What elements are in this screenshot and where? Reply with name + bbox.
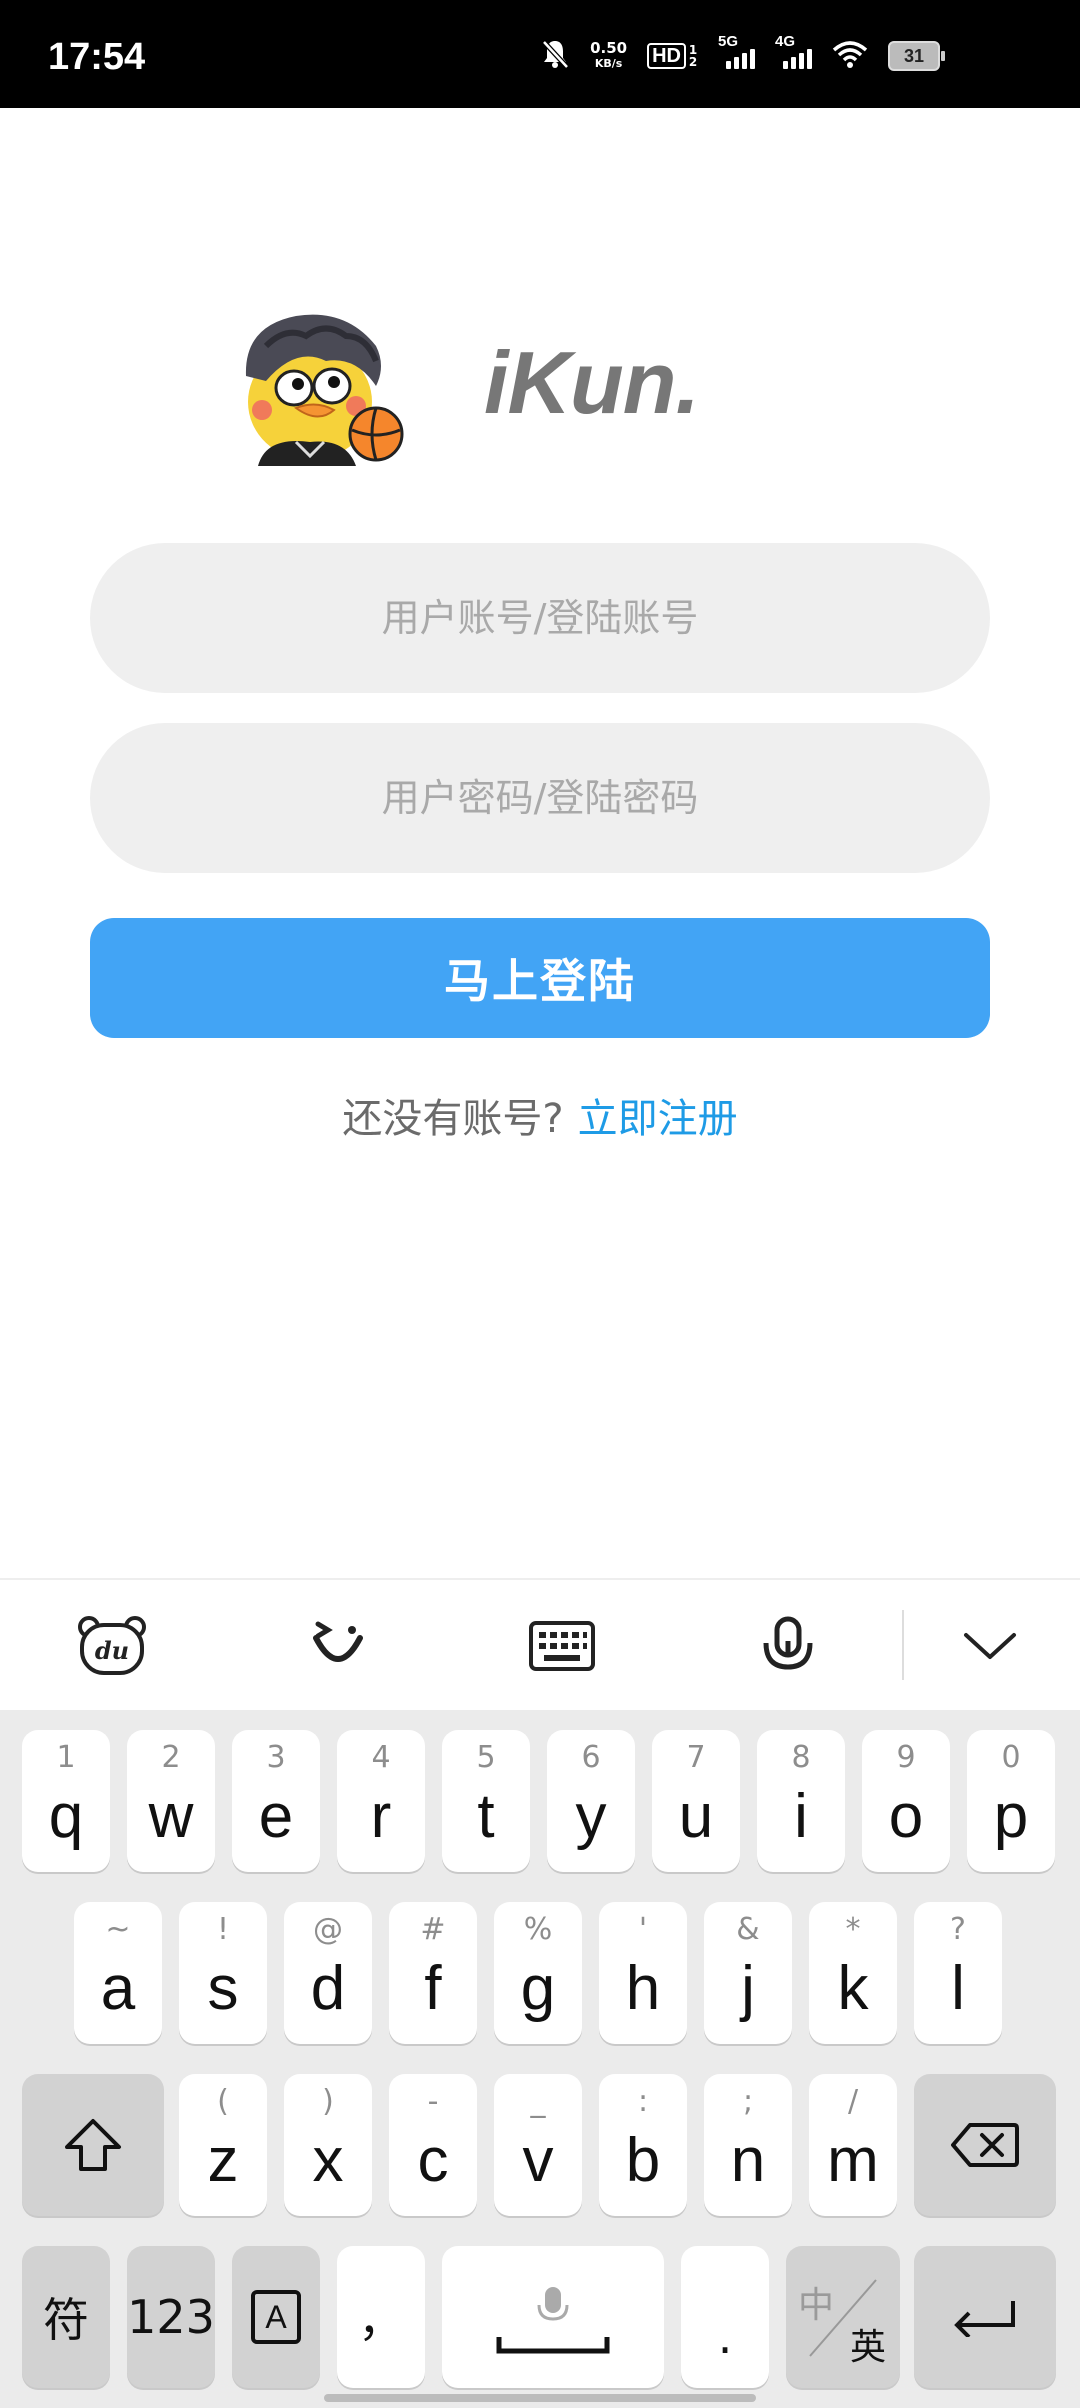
numbers-key[interactable]: 123: [127, 2246, 215, 2388]
battery-icon: 31: [888, 41, 945, 71]
key-v[interactable]: _ v: [494, 2074, 582, 2216]
net-speed-unit: KB/s: [594, 57, 623, 70]
signal-5g-label: 5G: [718, 33, 739, 50]
space-key[interactable]: [442, 2246, 664, 2388]
duck-avatar-logo: [236, 306, 408, 466]
toolbar-divider: [902, 1610, 904, 1680]
wifi-icon: [832, 40, 868, 73]
language-switch-key[interactable]: 中 英: [786, 2246, 900, 2388]
key-o[interactable]: 9o: [862, 1730, 950, 1872]
hd-sub: 1 2: [688, 43, 698, 69]
key-u[interactable]: 7u: [652, 1730, 740, 1872]
keyboard-icon[interactable]: [526, 1614, 598, 1678]
net-speed-value: 0.50: [590, 39, 628, 57]
period-key[interactable]: .: [681, 2246, 769, 2388]
app-logo-text: iKun.: [484, 333, 700, 432]
key-g[interactable]: % g: [494, 1902, 582, 2044]
signal-4g-icon: 4G: [775, 33, 812, 69]
key-j[interactable]: & j: [704, 1902, 792, 2044]
enter-icon: [954, 2301, 1015, 2337]
key-m[interactable]: / m: [809, 2074, 897, 2216]
key-w[interactable]: 2w: [127, 1730, 215, 1872]
home-indicator[interactable]: [324, 2394, 756, 2402]
mic-icon[interactable]: [752, 1614, 824, 1678]
key-h[interactable]: ' h: [599, 1902, 687, 2044]
key-k[interactable]: * k: [809, 1902, 897, 2044]
password-input[interactable]: [90, 723, 990, 873]
du-label: du: [95, 1636, 129, 1665]
symbols-key[interactable]: 符: [22, 2246, 110, 2388]
comma-key[interactable]: ，: [337, 2246, 425, 2388]
keyboard-toolbar: du: [0, 1578, 1080, 1712]
net-speed: 0.50 KB/s: [590, 40, 627, 72]
key-x[interactable]: ) x: [284, 2074, 372, 2216]
key-b[interactable]: :b: [599, 2074, 687, 2216]
baidu-input-icon[interactable]: du: [76, 1614, 148, 1678]
status-time: 17:54: [48, 36, 146, 78]
shift-key[interactable]: [22, 2074, 164, 2216]
key-q[interactable]: 1q: [22, 1730, 110, 1872]
soft-keyboard: 1q 2w 3e 4r 5t 6y 7u 8i 9o 0p ~ a ! s @ d #…: [0, 1710, 1080, 2408]
collapse-chevron-icon[interactable]: [954, 1614, 1026, 1678]
a-box-icon: A: [251, 2290, 301, 2344]
key-i[interactable]: 8i: [757, 1730, 845, 1872]
key-r[interactable]: 4r: [337, 1730, 425, 1872]
hd-label: HD: [647, 43, 686, 69]
backspace-key[interactable]: [914, 2074, 1056, 2216]
mute-bell-icon: [540, 38, 570, 75]
key-p[interactable]: 0p: [967, 1730, 1055, 1872]
register-question: 还没有账号?: [342, 1096, 564, 1142]
space-mic-icon: [496, 2287, 610, 2354]
signal-5g-icon: 5G: [718, 33, 755, 69]
key-n[interactable]: ; n: [704, 2074, 792, 2216]
key-z[interactable]: (z: [179, 2074, 267, 2216]
status-icons: 0.50 KB/s HD 1 2 5G 4G 31: [540, 33, 945, 75]
key-f[interactable]: # f: [389, 1902, 477, 2044]
key-y[interactable]: 6y: [547, 1730, 635, 1872]
emoji-icon[interactable]: [302, 1614, 374, 1678]
key-a[interactable]: ~ a: [74, 1902, 162, 2044]
shift-icon: [65, 2119, 121, 2171]
input-mode-key[interactable]: A: [232, 2246, 320, 2388]
hd-icon: HD 1 2: [647, 43, 698, 69]
key-c[interactable]: -c: [389, 2074, 477, 2216]
key-d[interactable]: @ d: [284, 1902, 372, 2044]
backspace-icon: [951, 2123, 1019, 2167]
login-button[interactable]: 马上登陆: [90, 918, 990, 1038]
status-bar: 17:54 0.50 KB/s HD 1 2 5G 4G 31: [0, 0, 1080, 108]
register-link[interactable]: 立即注册: [578, 1096, 738, 1142]
key-s[interactable]: ! s: [179, 1902, 267, 2044]
key-l[interactable]: ? l: [914, 1902, 1002, 2044]
signal-4g-label: 4G: [775, 33, 796, 50]
key-e[interactable]: 3e: [232, 1730, 320, 1872]
register-row: 还没有账号? 立即注册: [0, 1086, 1080, 1144]
username-input[interactable]: [90, 543, 990, 693]
key-t[interactable]: 5t: [442, 1730, 530, 1872]
enter-key[interactable]: [914, 2246, 1056, 2388]
